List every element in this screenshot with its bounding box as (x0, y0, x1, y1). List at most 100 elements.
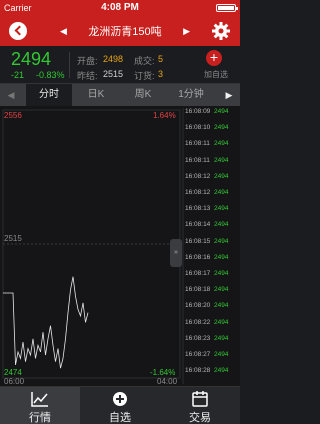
volume-value: 5 (158, 54, 164, 64)
tick-row: 16:08:17 2494 (184, 270, 240, 280)
tick-row: 16:08:23 2494 (184, 335, 240, 345)
tick-price: 2494 (214, 351, 229, 358)
tick-row: 16:08:11 2494 (184, 140, 240, 150)
status-bar: Carrier 4:08 PM (0, 0, 240, 16)
tick-time: 16:08:12 (185, 172, 211, 180)
tick-row: 16:08:18 2494 (184, 286, 240, 296)
pct-axis-max-label: 1.64% (153, 111, 176, 120)
instrument-title: 龙洲沥青150吨 (88, 26, 162, 38)
tick-time: 16:08:10 (185, 124, 211, 132)
tick-time: 16:08:12 (185, 189, 211, 196)
tick-time: 16:08:23 (185, 334, 211, 342)
tick-time: 16:08:11 (185, 140, 210, 148)
back-button[interactable] (9, 22, 27, 40)
add-watchlist-button[interactable]: + (206, 50, 222, 66)
period-tabs: ◀ 分时 日K 周K 1分钟 ▶ (0, 84, 240, 106)
tick-time: 16:08:11 (185, 156, 210, 164)
tick-price: 2494 (214, 140, 229, 148)
tick-price: 2494 (214, 237, 229, 245)
tabbar-item-market[interactable]: 行情 (0, 387, 80, 424)
tabbar-label-trade: 交易 (189, 412, 211, 424)
tick-row: 16:08:20 2494 (184, 302, 240, 312)
collapse-tick-panel-button[interactable]: » (170, 239, 182, 267)
tabs-scroll-left-button[interactable]: ◀ (0, 84, 22, 106)
tick-price: 2494 (214, 221, 229, 229)
tick-time: 16:08:17 (185, 270, 211, 277)
instrument-switcher: ◀ 龙洲沥青150吨 ▶ (60, 16, 190, 46)
tick-row: 16:08:11 2494 (184, 157, 240, 167)
y-axis-mid-label: 2515 (4, 234, 22, 243)
nav-bar: ◀ 龙洲沥青150吨 ▶ (0, 16, 240, 46)
y-axis-max-label: 2556 (4, 111, 22, 120)
tab-daily-k[interactable]: 日K (74, 84, 118, 106)
y-axis-min-label: 2474 (4, 368, 22, 377)
quote-header: 2494 -21 -0.83% 开盘: 2498 昨结: 2515 成交: 5 … (0, 46, 240, 84)
add-watchlist-label[interactable]: 加自选 (204, 69, 228, 80)
x-axis-start-label: 06:00 (4, 377, 25, 386)
plus-circle-icon (113, 392, 127, 406)
tick-price: 2494 (214, 318, 229, 326)
tick-row: 16:08:28 2494 (184, 367, 240, 377)
tick-price: 2494 (214, 172, 229, 180)
prev-close-value: 2515 (103, 69, 124, 79)
tick-price: 2494 (214, 270, 229, 277)
tick-price: 2494 (214, 205, 229, 213)
gear-icon[interactable] (211, 21, 231, 41)
tick-price: 2494 (214, 156, 229, 164)
tick-row: 16:08:12 2494 (184, 173, 240, 183)
price-series-line (3, 276, 89, 369)
open-value: 2498 (103, 54, 124, 64)
tick-time: 16:08:15 (185, 237, 211, 245)
tick-row: 16:08:16 2494 (184, 254, 240, 264)
orders-label: 订货: (134, 71, 155, 81)
next-instrument-button[interactable]: ▶ (183, 26, 190, 37)
tabbar-label-watchlist: 自选 (109, 412, 131, 424)
tick-price: 2494 (214, 189, 229, 196)
tick-time: 16:08:28 (185, 367, 211, 375)
tick-time: 16:08:09 (185, 108, 211, 115)
price-change-percent: -0.83% (36, 70, 65, 80)
clock: 4:08 PM (101, 2, 139, 13)
tick-time: 16:08:16 (185, 253, 211, 261)
tick-row: 16:08:22 2494 (184, 319, 240, 329)
tabbar-item-watchlist[interactable]: 自选 (80, 387, 160, 424)
tick-price: 2494 (214, 334, 229, 342)
tick-row: 16:08:12 2494 (184, 189, 240, 199)
tick-row: 16:08:13 2494 (184, 205, 240, 215)
volume-label: 成交: (134, 56, 155, 66)
tick-price: 2494 (214, 108, 229, 115)
intraday-chart[interactable]: 2556 1.64% 2515 2474 -1.64% 06:00 04:00 … (0, 106, 240, 386)
x-axis-end-label: 04:00 (157, 377, 178, 386)
tick-price: 2494 (214, 367, 229, 375)
tabbar-item-trade[interactable]: 交易 (160, 387, 240, 424)
tick-time: 16:08:22 (185, 318, 211, 326)
tab-weekly-k[interactable]: 周K (120, 84, 166, 106)
last-price: 2494 (11, 49, 52, 69)
orders-value: 3 (158, 69, 164, 79)
tick-row: 16:08:27 2494 (184, 351, 240, 361)
tick-time: 16:08:13 (185, 205, 211, 213)
tab-intraday[interactable]: 分时 (26, 84, 72, 106)
tick-time: 16:08:20 (185, 302, 211, 310)
tick-price: 2494 (214, 302, 229, 310)
tick-row: 16:08:09 2494 (184, 108, 240, 118)
tick-time: 16:08:27 (185, 351, 211, 358)
open-label: 开盘: (77, 56, 98, 66)
pct-axis-min-label: -1.64% (150, 368, 176, 377)
battery-icon (216, 4, 238, 12)
tick-row: 16:08:10 2494 (184, 124, 240, 134)
tick-price: 2494 (214, 286, 229, 294)
tick-price: 2494 (214, 124, 229, 132)
tick-time: 16:08:18 (185, 286, 211, 294)
divider (69, 52, 70, 78)
tab-1-minute[interactable]: 1分钟 (168, 84, 214, 106)
calendar-icon (192, 391, 208, 407)
tick-price: 2494 (214, 253, 229, 261)
bottom-tab-bar: 行情 自选 交易 (0, 386, 240, 424)
price-change: -21 (11, 70, 25, 80)
tick-row: 16:08:15 2494 (184, 238, 240, 248)
tick-time: 16:08:14 (185, 221, 211, 229)
tabs-scroll-right-button[interactable]: ▶ (218, 84, 240, 106)
tick-row: 16:08:14 2494 (184, 221, 240, 231)
prev-instrument-button[interactable]: ◀ (60, 26, 67, 37)
